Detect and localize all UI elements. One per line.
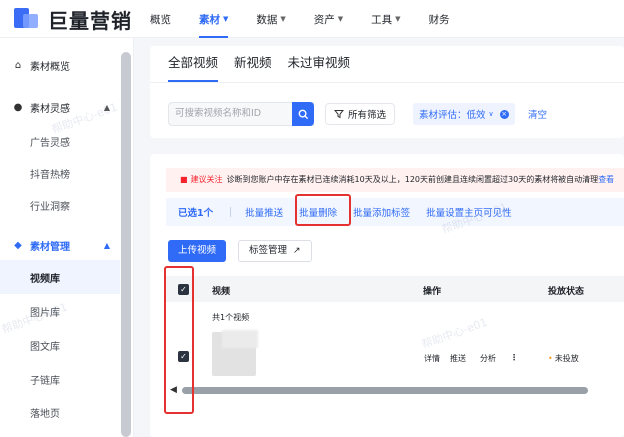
horizontal-scrollbar[interactable] xyxy=(182,387,588,394)
more-options-icon[interactable]: ⋮ xyxy=(510,353,518,362)
bulb-icon: ● xyxy=(13,101,23,113)
warning-icon: ■ xyxy=(180,175,188,184)
chevron-down-icon: ▼ xyxy=(337,15,344,23)
column-operation: 操作 xyxy=(423,287,442,297)
nav-material[interactable]: 素材 ▼ xyxy=(199,0,229,38)
status-badge: • 未投放 xyxy=(548,354,579,363)
notice-banner: ■ 建议关注 诊断到您账户中存在素材已连续消耗10天及以上，120天前创建且连续闲置… xyxy=(166,168,624,192)
chevron-down-icon: ∨ xyxy=(488,110,494,118)
sidebar-item-video-library[interactable]: 视频库 xyxy=(0,260,120,294)
highlight-box-checkboxes xyxy=(164,266,194,414)
bulk-homepage-visibility-button[interactable]: 批量设置主页可见性 xyxy=(426,205,512,219)
close-icon[interactable]: × xyxy=(499,109,509,119)
sidebar-item-graphic-library[interactable]: 图文库 xyxy=(0,328,120,362)
home-icon: ⌂ xyxy=(14,59,22,71)
analyze-link[interactable]: 分析 xyxy=(480,353,496,364)
nav-assets[interactable]: 资产 ▼ xyxy=(314,0,343,38)
top-bar: 巨量营销 概览 素材 ▼ 数据 ▼ 资产 ▼ 工具 ▼ 财务 xyxy=(0,0,624,38)
nav-data[interactable]: 数据 ▼ xyxy=(256,0,285,38)
tab-new-videos[interactable]: 新视频 xyxy=(234,54,272,82)
sidebar-item-sublink-library[interactable]: 子链库 xyxy=(0,362,120,396)
video-tabs: 全部视频 新视频 未过审视频 xyxy=(168,54,366,82)
tag-management-button[interactable]: 标签管理 ↗ xyxy=(238,240,312,262)
nav-tools[interactable]: 工具 ▼ xyxy=(371,0,400,38)
external-link-icon: ↗ xyxy=(293,246,301,256)
video-thumbnail-blur xyxy=(222,330,258,348)
chevron-up-icon: ▲ xyxy=(103,102,110,112)
column-status: 投放状态 xyxy=(548,287,585,297)
bulk-action-bar: 已选1个 批量推送 批量删除 批量添加标签 批量设置主页可见性 xyxy=(166,198,624,226)
sidebar-item-material-inspiration[interactable]: ● 素材灵感 ▲ xyxy=(0,90,120,124)
clear-filters-link[interactable]: 清空 xyxy=(528,107,547,121)
video-count-summary: 共1个视频 xyxy=(212,313,250,322)
search-button[interactable] xyxy=(292,102,314,126)
nav-overview[interactable]: 概览 xyxy=(150,0,171,38)
sidebar: ⌂ 素材概览 ● 素材灵感 ▲ 广告灵感 抖音热榜 行业洞察 ◆ 素材管理 ▲ 视频库… xyxy=(0,38,134,437)
filter-card: 全部视频 新视频 未过审视频 可搜索视频名称和ID 所有筛选 素材评估：低效 ∨… xyxy=(150,46,624,138)
sidebar-item-material-overview[interactable]: ⌂ 素材概览 xyxy=(0,48,120,82)
highlight-box-delete xyxy=(295,194,351,226)
search-icon xyxy=(298,109,308,119)
detail-link[interactable]: 详情 xyxy=(424,353,440,364)
filter-icon xyxy=(334,110,344,119)
notice-link[interactable]: 查看 xyxy=(598,175,614,184)
tab-divider xyxy=(150,82,624,83)
tab-all-videos[interactable]: 全部视频 xyxy=(168,54,219,82)
logo[interactable]: 巨量营销 xyxy=(14,6,132,33)
sidebar-item-image-library[interactable]: 图片库 xyxy=(0,294,120,328)
table-header: ✓ 视频 操作 投放状态 xyxy=(166,276,624,302)
upload-video-button[interactable]: 上传视频 xyxy=(168,240,227,262)
sidebar-item-industry-insight[interactable]: 行业洞察 xyxy=(0,188,120,222)
video-list-card: ■ 建议关注 诊断到您账户中存在素材已连续消耗10天及以上，120天前创建且连续闲置… xyxy=(150,154,624,437)
active-filter-tag[interactable]: 素材评估：低效 ∨ × xyxy=(413,103,515,125)
push-link[interactable]: 推送 xyxy=(450,353,466,364)
sidebar-scrollbar[interactable] xyxy=(121,52,131,437)
tab-rejected-videos[interactable]: 未过审视频 xyxy=(288,54,351,82)
nav-finance[interactable]: 财务 xyxy=(429,0,450,38)
bulk-add-tag-button[interactable]: 批量添加标签 xyxy=(353,205,410,219)
selected-count: 已选1个 xyxy=(178,208,214,219)
all-filters-button[interactable]: 所有筛选 xyxy=(325,103,396,125)
divider xyxy=(230,207,232,217)
sidebar-item-ad-inspiration[interactable]: 广告灵感 xyxy=(0,124,120,158)
sidebar-item-material-management[interactable]: ◆ 素材管理 ▲ xyxy=(0,228,120,262)
layers-icon: ◆ xyxy=(14,239,22,251)
chevron-down-icon: ▼ xyxy=(395,15,401,23)
sidebar-item-douyin-hot[interactable]: 抖音热榜 xyxy=(0,156,120,190)
bulk-push-button[interactable]: 批量推送 xyxy=(245,205,283,219)
logo-text: 巨量营销 xyxy=(48,8,132,33)
top-nav: 概览 素材 ▼ 数据 ▼ 资产 ▼ 工具 ▼ 财务 xyxy=(150,0,478,38)
chevron-down-icon: ▼ xyxy=(280,15,286,23)
column-video: 视频 xyxy=(212,287,231,297)
chevron-up-icon: ▲ xyxy=(103,240,110,250)
sidebar-item-landing-page[interactable]: 落地页 xyxy=(0,395,120,429)
logo-mark-icon xyxy=(14,6,40,32)
status-dot-icon: • xyxy=(548,354,553,363)
chevron-down-icon: ▼ xyxy=(223,15,229,23)
